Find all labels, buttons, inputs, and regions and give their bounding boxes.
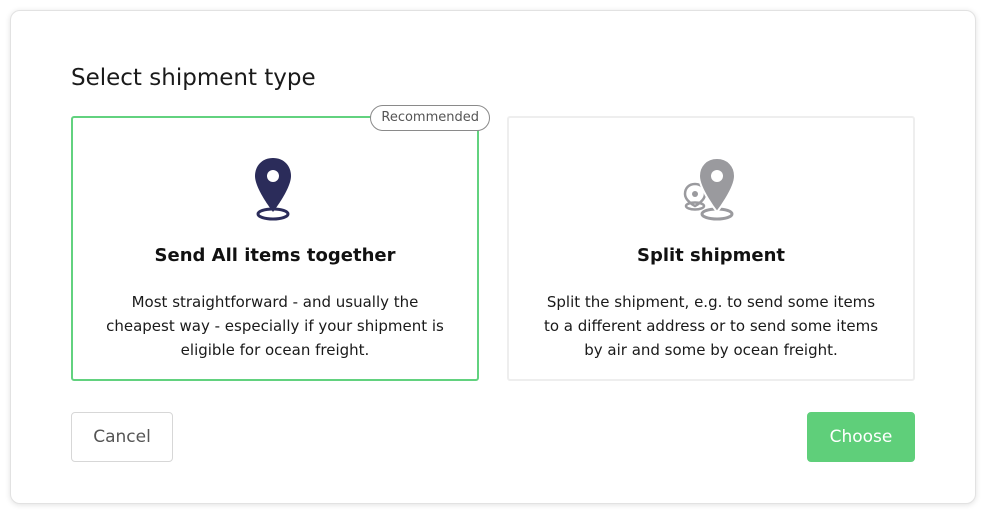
option-description: Most straightforward - and usually the c… [106,293,444,359]
shipment-type-dialog: Select shipment type Recommended Send Al… [10,10,976,504]
dialog-title: Select shipment type [71,65,316,91]
option-description: Split the shipment, e.g. to send some it… [543,293,879,359]
multi-map-pin-icon [509,156,913,226]
option-title: Split shipment [636,245,786,266]
recommended-badge: Recommended [370,105,490,131]
option-split-shipment[interactable]: Split shipment Split the shipment, e.g. … [507,116,915,381]
option-title: Send All items together [154,245,396,266]
cancel-button[interactable]: Cancel [71,412,173,462]
choose-button[interactable]: Choose [807,412,915,462]
option-send-together[interactable]: Recommended Send All items together Most… [71,105,490,381]
map-pin-icon [73,156,477,226]
